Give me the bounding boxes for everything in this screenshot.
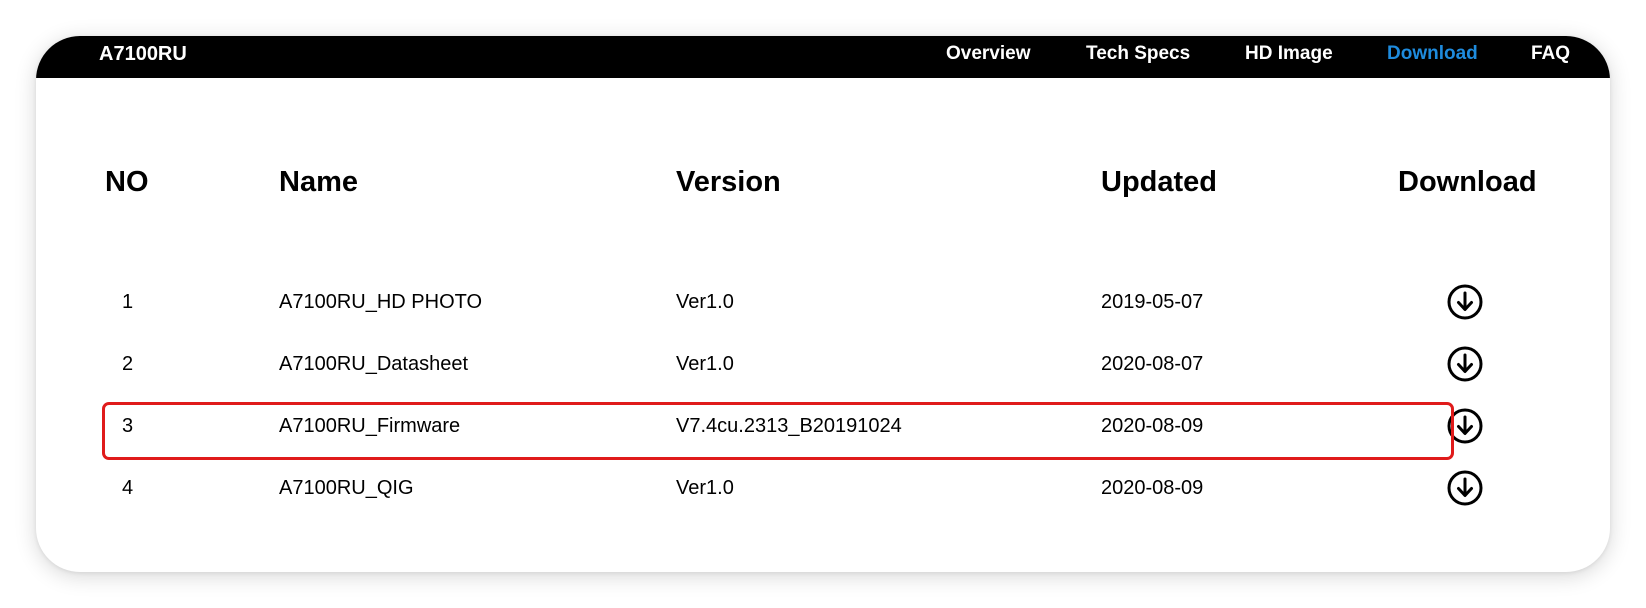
row-name: A7100RU_HD PHOTO <box>279 291 483 313</box>
download-circle-icon[interactable] <box>1447 470 1483 506</box>
table-row: 2 A7100RU_Datasheet Ver1.0 2020-08-07 <box>36 333 1610 395</box>
row-no: 4 <box>122 477 134 499</box>
table-row: 1 A7100RU_HD PHOTO Ver1.0 2019-05-07 <box>36 271 1610 333</box>
row-no: 2 <box>122 353 134 375</box>
download-page-card: A7100RU Overview Tech Specs HD Image Dow… <box>36 36 1610 572</box>
row-version: V7.4cu.2313_B20191024 <box>676 415 902 437</box>
row-version: Ver1.0 <box>676 477 734 499</box>
row-updated: 2020-08-07 <box>1101 353 1204 375</box>
brand-title: A7100RU <box>99 43 187 65</box>
nav-download[interactable]: Download <box>1387 36 1478 78</box>
row-version: Ver1.0 <box>676 353 734 375</box>
download-circle-icon[interactable] <box>1447 284 1483 320</box>
row-updated: 2019-05-07 <box>1101 291 1204 313</box>
header-version: Version <box>676 166 781 198</box>
row-version: Ver1.0 <box>676 291 734 313</box>
top-nav-bar: A7100RU Overview Tech Specs HD Image Dow… <box>36 36 1610 78</box>
header-no: NO <box>105 166 149 198</box>
row-name: A7100RU_Datasheet <box>279 353 469 375</box>
nav-faq[interactable]: FAQ <box>1531 36 1570 78</box>
header-name: Name <box>279 166 358 198</box>
download-circle-icon[interactable] <box>1447 346 1483 382</box>
row-name: A7100RU_QIG <box>279 477 414 499</box>
nav-hd-image[interactable]: HD Image <box>1245 36 1333 78</box>
row-updated: 2020-08-09 <box>1101 477 1204 499</box>
download-circle-icon[interactable] <box>1447 408 1483 444</box>
row-no: 3 <box>122 415 134 437</box>
header-updated: Updated <box>1101 166 1217 198</box>
row-name: A7100RU_Firmware <box>279 415 461 437</box>
header-download: Download <box>1398 166 1537 198</box>
table-row-highlighted: 3 A7100RU_Firmware V7.4cu.2313_B20191024… <box>36 395 1610 457</box>
table-row: 4 A7100RU_QIG Ver1.0 2020-08-09 <box>36 457 1610 519</box>
nav-overview[interactable]: Overview <box>946 36 1031 78</box>
nav-tech-specs[interactable]: Tech Specs <box>1086 36 1190 78</box>
row-updated: 2020-08-09 <box>1101 415 1204 437</box>
row-no: 1 <box>122 291 134 313</box>
